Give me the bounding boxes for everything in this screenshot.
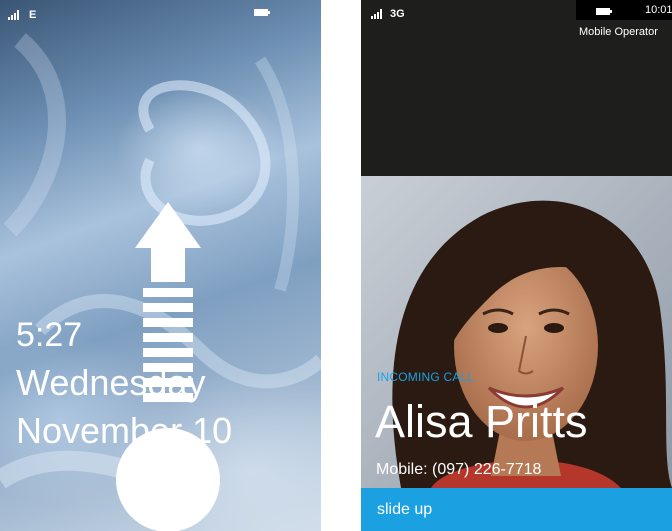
signal-icon bbox=[8, 10, 19, 20]
slide-up-bar[interactable]: slide up bbox=[361, 488, 672, 531]
lock-time: 5:27 bbox=[16, 316, 83, 354]
status-bar: E bbox=[8, 8, 36, 22]
signal-icon bbox=[371, 9, 382, 19]
battery-icon bbox=[254, 9, 270, 16]
lock-screen: E 5:27 Wednesday November 10 bbox=[0, 0, 321, 531]
lock-day: Wednesday bbox=[16, 362, 206, 403]
unlock-handle[interactable] bbox=[116, 428, 220, 531]
network-type: E bbox=[29, 9, 37, 21]
status-bar: 3G bbox=[371, 7, 405, 21]
slide-up-label: slide up bbox=[377, 501, 433, 518]
incoming-call-screen: 3G 10:01 Mobile Operator INCOMING CALL A… bbox=[361, 0, 672, 531]
status-time: 10:01 bbox=[645, 4, 672, 16]
caller-number: Mobile: (097) 226-7718 bbox=[376, 461, 542, 478]
caller-name: Alisa Pritts bbox=[375, 396, 588, 447]
battery-icon bbox=[596, 8, 612, 15]
mobile-operator: Mobile Operator bbox=[579, 26, 658, 38]
network-type: 3G bbox=[390, 8, 405, 20]
incoming-call-label: INCOMING CALL bbox=[377, 370, 475, 384]
